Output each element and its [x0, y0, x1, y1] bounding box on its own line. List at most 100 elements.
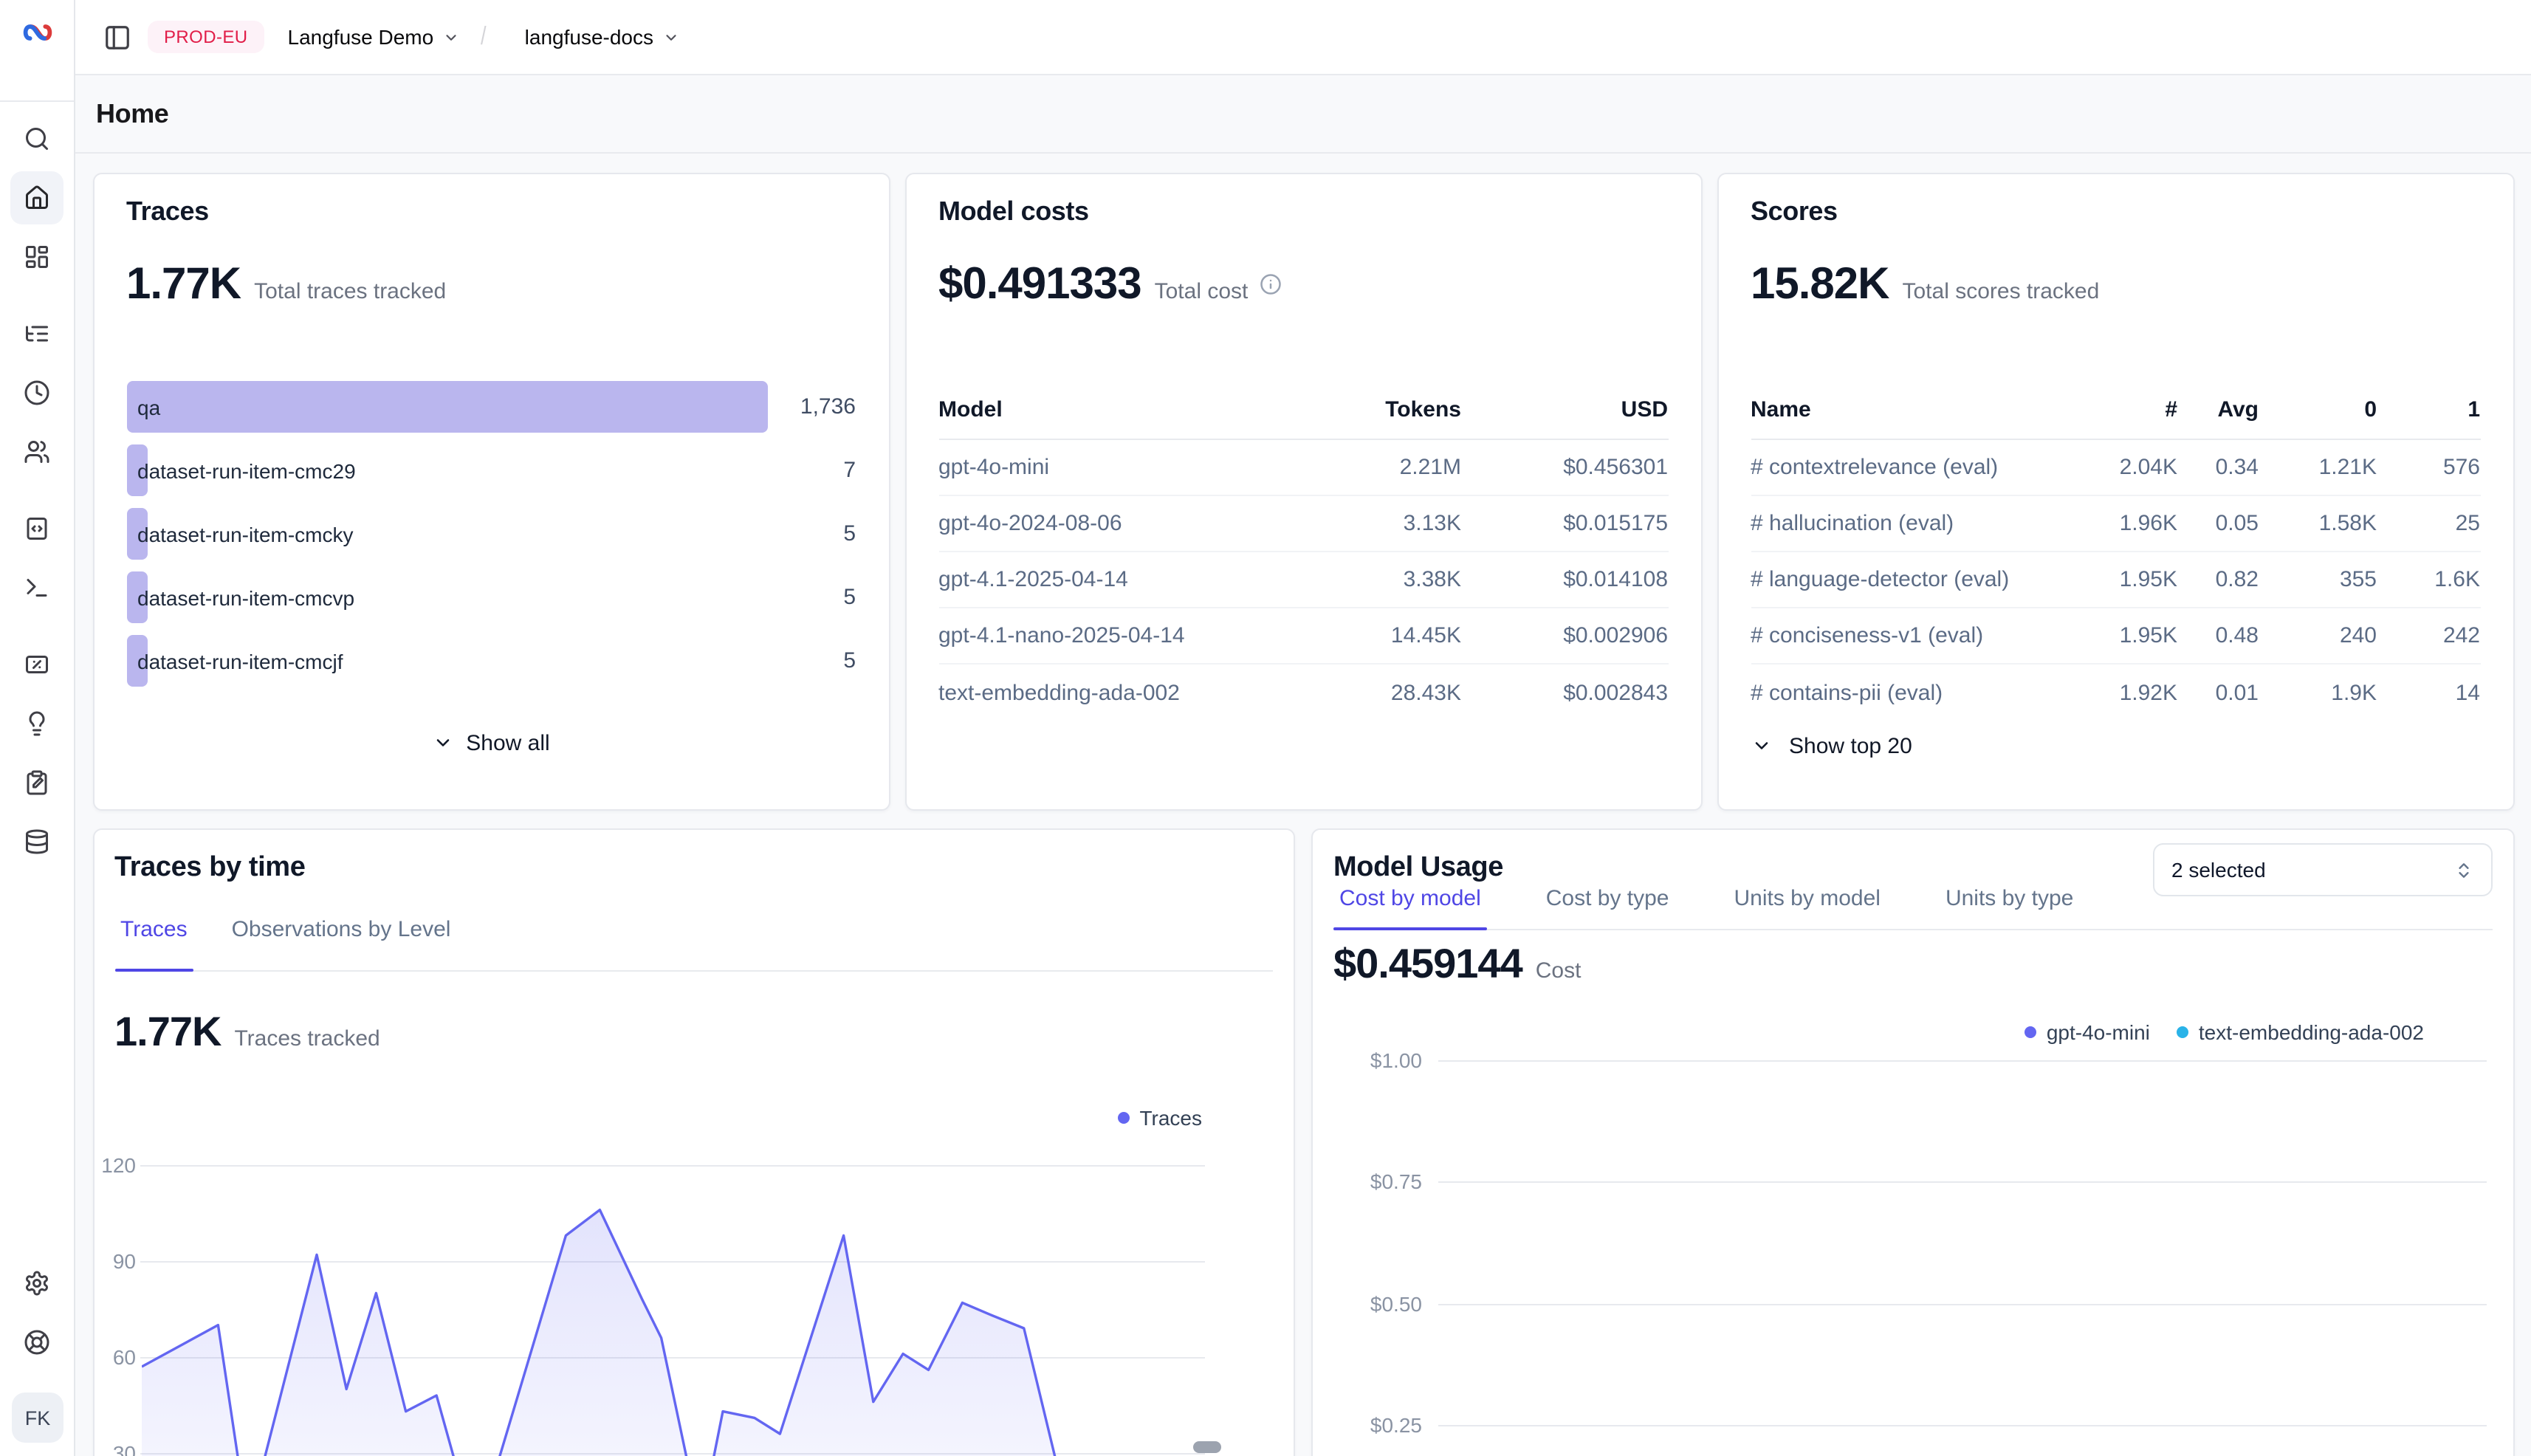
gear-icon: [24, 1269, 50, 1296]
tab-units-by-model[interactable]: Units by model: [1728, 885, 1886, 929]
sidebar-item-search[interactable]: [10, 112, 63, 165]
tab-units-by-type[interactable]: Units by type: [1940, 885, 2079, 929]
trace-name: dataset-run-item-cmc29: [137, 444, 356, 496]
trace-bar-row[interactable]: dataset-run-item-cmcjf 5: [126, 635, 856, 687]
chevrons-up-down-icon: [2453, 860, 2473, 879]
life-buoy-icon: [24, 1328, 50, 1355]
clock-icon: [24, 380, 50, 406]
content: Traces 1.77K Total traces tracked qa 1,7…: [75, 154, 2531, 1456]
traces-metric-label: Total traces tracked: [254, 278, 446, 303]
scores-table-header: Name # Avg 0 1: [1751, 380, 2480, 440]
trace-count: 1,736: [800, 381, 856, 433]
sidebar-item-sessions[interactable]: [10, 366, 63, 419]
terminal-icon: [24, 574, 50, 601]
lightbulb-icon: [24, 710, 50, 737]
traces-tracked-metric: 1.77K: [114, 1008, 221, 1055]
trace-bar-row[interactable]: qa 1,736: [126, 381, 856, 433]
langfuse-home-page: PROD-EU Langfuse Demo / langfuse-docs Ho…: [0, 0, 2531, 1456]
sidebar-item-home[interactable]: [10, 171, 63, 224]
trace-count: 7: [843, 444, 856, 496]
score-row[interactable]: # contextrelevance (eval) 2.04K 0.34 1.2…: [1751, 440, 2480, 496]
cost-metric: $0.459144: [1333, 940, 1522, 987]
model-cost-row[interactable]: gpt-4o-2024-08-06 3.13K $0.015175: [938, 496, 1668, 552]
model-costs-metric: $0.491333: [938, 259, 1141, 309]
sidebar-item-tracing[interactable]: [10, 307, 63, 360]
traces-area-chart: [142, 1145, 1202, 1456]
sidebar-item-datasets[interactable]: [10, 815, 63, 868]
scores-table: Name # Avg 0 1 # contextrelevance (eval)…: [1751, 380, 2480, 721]
model-usage-title: Model Usage: [1333, 851, 1503, 884]
list-tree-icon: [24, 320, 50, 347]
page-title: Home: [96, 98, 168, 129]
chevron-down-icon: [432, 732, 453, 753]
org-switcher[interactable]: Langfuse Demo: [288, 25, 434, 49]
model-cost-row[interactable]: gpt-4.1-nano-2025-04-14 14.45K $0.002906: [938, 608, 1668, 665]
show-all-button[interactable]: Show all: [94, 730, 888, 755]
scores-card-title: Scores: [1751, 196, 1838, 227]
sidebar-item-dashboards[interactable]: [10, 230, 63, 284]
sidebar-item-users[interactable]: [10, 425, 63, 478]
topbar: PROD-EU Langfuse Demo / langfuse-docs: [75, 0, 2531, 75]
sidebar-item-settings[interactable]: [10, 1256, 63, 1309]
model-cost-row[interactable]: gpt-4o-mini 2.21M $0.456301: [938, 440, 1668, 496]
trace-bar-row[interactable]: dataset-run-item-cmcky 5: [126, 508, 856, 560]
sidebar-item-prompts[interactable]: [10, 502, 63, 555]
sidebar-item-support[interactable]: [10, 1315, 63, 1368]
avatar[interactable]: FK: [12, 1393, 63, 1443]
chevron-down-icon[interactable]: [662, 29, 679, 45]
traces-tracked-label: Traces tracked: [234, 1026, 380, 1051]
langfuse-logo-icon[interactable]: [21, 16, 55, 49]
sidebar: FK: [0, 0, 75, 1456]
env-badge: PROD-EU: [148, 21, 264, 53]
scores-metric-label: Total scores tracked: [1903, 278, 2100, 303]
traces-by-time-card: Traces by time Traces Observations by Le…: [92, 828, 1295, 1456]
trace-name: qa: [137, 381, 160, 433]
scores-card: Scores 15.82K Total scores tracked Name …: [1717, 172, 2514, 810]
chevron-down-icon: [1751, 735, 1771, 756]
sidebar-item-annotation[interactable]: [10, 756, 63, 809]
score-row[interactable]: # hallucination (eval) 1.96K 0.05 1.58K …: [1751, 496, 2480, 552]
model-usage-tabs: Cost by model Cost by type Units by mode…: [1333, 885, 2492, 930]
sidebar-divider: [0, 100, 74, 102]
sidebar-item-judge[interactable]: [10, 697, 63, 750]
model-costs-metric-label: Total cost: [1155, 278, 1249, 303]
panel-left-icon: [103, 23, 131, 51]
square-percent-icon: [24, 651, 50, 678]
model-cost-row[interactable]: gpt-4.1-2025-04-14 3.38K $0.014108: [938, 552, 1668, 608]
score-row[interactable]: # conciseness-v1 (eval) 1.95K 0.48 240 2…: [1751, 608, 2480, 665]
sidebar-item-playground[interactable]: [10, 561, 63, 614]
scrollbar-thumb[interactable]: [1193, 1441, 1221, 1453]
tab-traces[interactable]: Traces: [114, 916, 193, 970]
info-icon[interactable]: [1260, 273, 1282, 295]
scores-metric: 15.82K: [1751, 259, 1889, 309]
trace-name: dataset-run-item-cmcjf: [137, 635, 343, 687]
traces-card-title: Traces: [126, 196, 209, 227]
sidebar-item-evaluation[interactable]: [10, 638, 63, 691]
chevron-down-icon[interactable]: [442, 29, 459, 45]
traces-bar-list: qa 1,736 dataset-run-item-cmc29 7 datase…: [126, 381, 856, 698]
model-cost-row[interactable]: text-embedding-ada-002 28.43K $0.002843: [938, 665, 1668, 721]
tab-cost-by-model[interactable]: Cost by model: [1333, 885, 1487, 929]
trace-name: dataset-run-item-cmcvp: [137, 571, 354, 623]
file-code-icon: [24, 515, 50, 542]
tab-cost-by-type[interactable]: Cost by type: [1540, 885, 1675, 929]
project-switcher[interactable]: langfuse-docs: [525, 25, 653, 49]
traces-card: Traces 1.77K Total traces tracked qa 1,7…: [92, 172, 890, 810]
traces-by-time-tabs: Traces Observations by Level: [114, 916, 1273, 972]
trace-bar-row[interactable]: dataset-run-item-cmcvp 5: [126, 571, 856, 623]
trace-bar-row[interactable]: dataset-run-item-cmc29 7: [126, 444, 856, 496]
model-usage-legend: gpt-4o-mini text-embedding-ada-002: [2025, 1020, 2424, 1043]
database-icon: [24, 828, 50, 855]
chart-legend: Traces: [1117, 1105, 1202, 1129]
tab-observations-by-level[interactable]: Observations by Level: [226, 916, 457, 970]
trace-count: 5: [843, 571, 856, 623]
show-top-20-button[interactable]: Show top 20: [1751, 733, 1912, 758]
score-row[interactable]: # language-detector (eval) 1.95K 0.82 35…: [1751, 552, 2480, 608]
sidebar-toggle-button[interactable]: [96, 16, 137, 58]
model-costs-card-title: Model costs: [938, 196, 1089, 227]
traces-metric: 1.77K: [126, 259, 241, 309]
clipboard-pen-icon: [24, 769, 50, 796]
trace-count: 5: [843, 508, 856, 560]
cost-metric-label: Cost: [1536, 958, 1582, 983]
score-row[interactable]: # contains-pii (eval) 1.92K 0.01 1.9K 14: [1751, 665, 2480, 721]
